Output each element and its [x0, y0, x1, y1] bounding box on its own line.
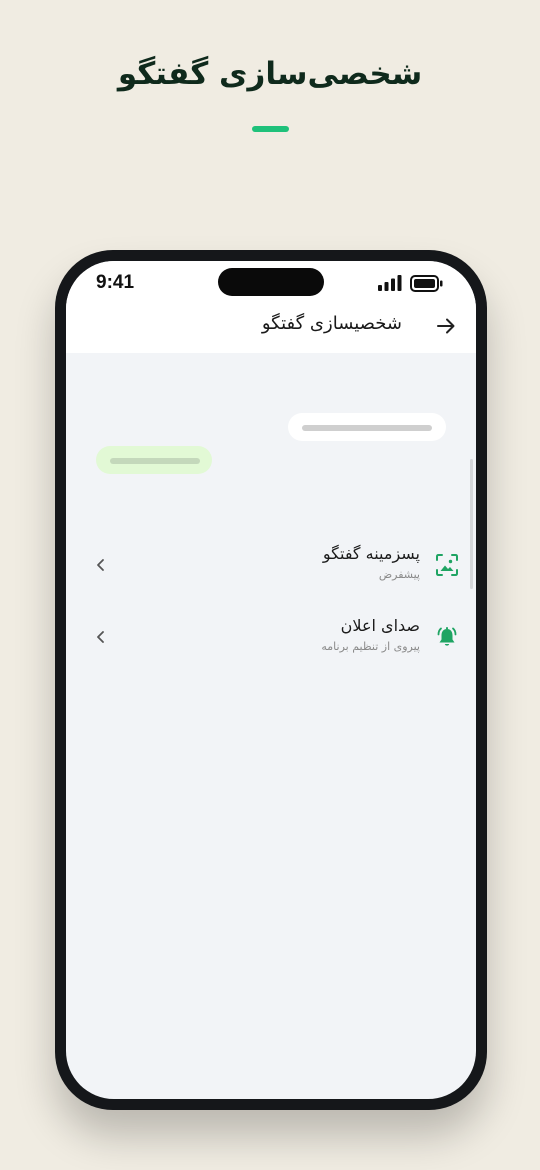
preview-text-placeholder	[110, 458, 200, 464]
promo-underline	[252, 126, 289, 132]
page-title: شخصیسازی گفتگو	[261, 313, 402, 334]
notification-sound-row[interactable]: صدای اعلان پیروی از تنظیم برنامه	[66, 616, 476, 672]
arrow-right-icon[interactable]	[436, 316, 456, 336]
row-subtitle: پیروی از تنظیم برنامه	[321, 640, 420, 653]
dynamic-island	[218, 268, 324, 296]
phone-frame: 9:41 شخصیسازی گفتگو پسزمینه گفتگو پیشفرض…	[55, 250, 487, 1110]
preview-incoming-bubble	[288, 413, 446, 441]
chevron-left-icon	[97, 631, 104, 643]
row-subtitle: پیشفرض	[378, 568, 420, 581]
battery-icon	[410, 275, 443, 292]
preview-outgoing-bubble	[96, 446, 212, 474]
chat-wallpaper-row[interactable]: پسزمینه گفتگو پیشفرض	[66, 544, 476, 600]
phone-screen: 9:41 شخصیسازی گفتگو پسزمینه گفتگو پیشفرض…	[66, 261, 476, 1099]
row-title: صدای اعلان	[340, 616, 420, 635]
wallpaper-icon	[436, 554, 458, 576]
status-time: 9:41	[96, 272, 135, 293]
signal-icon	[378, 275, 402, 291]
chevron-left-icon	[97, 559, 104, 571]
app-header: 9:41 شخصیسازی گفتگو	[66, 261, 476, 353]
row-title: پسزمینه گفتگو	[322, 544, 420, 563]
preview-text-placeholder	[302, 425, 432, 431]
promo-title: شخصی‌سازی گفتگو	[117, 56, 423, 92]
bell-ringing-icon	[437, 627, 457, 646]
